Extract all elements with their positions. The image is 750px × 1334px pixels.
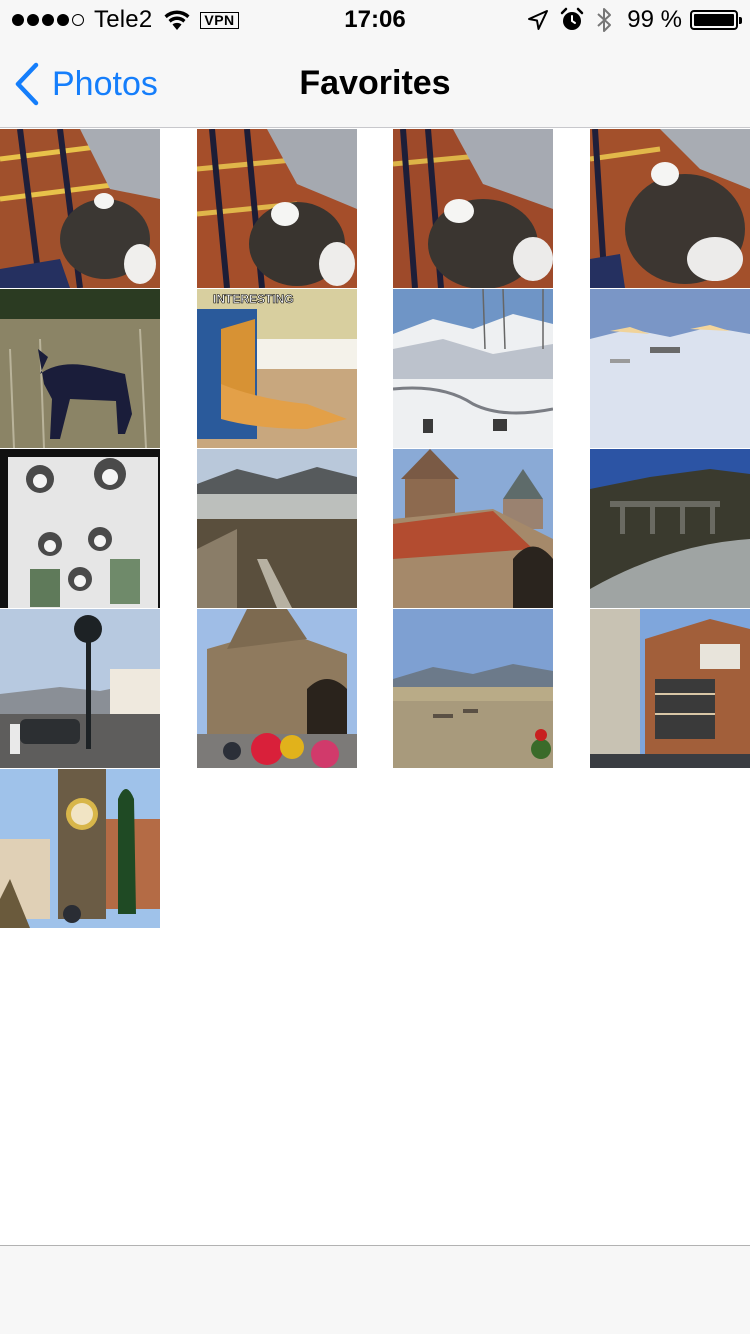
photo-thumbnail[interactable]	[590, 609, 750, 768]
photo-thumbnail[interactable]	[0, 769, 160, 928]
photo-thumbnail[interactable]	[393, 449, 553, 608]
bluetooth-icon	[597, 8, 612, 32]
photo-thumbnail[interactable]	[0, 129, 160, 288]
page-title: Favorites	[299, 64, 451, 102]
battery-icon	[690, 10, 742, 30]
photo-thumbnail[interactable]	[590, 289, 750, 448]
photo-thumbnail[interactable]	[590, 129, 750, 288]
photo-thumbnail[interactable]	[197, 609, 357, 768]
photo-caption: INTERESTING	[213, 292, 294, 306]
photo-thumbnail[interactable]	[0, 609, 160, 768]
photo-thumbnail[interactable]	[393, 609, 553, 768]
status-bar: Tele2 VPN 17:06 99 %	[0, 0, 750, 40]
photo-thumbnail[interactable]	[197, 129, 357, 288]
alarm-icon	[561, 7, 584, 30]
navigation-bar: Photos Favorites	[0, 40, 750, 128]
photo-thumbnail[interactable]	[393, 129, 553, 288]
status-bar-right: 99 %	[527, 6, 742, 34]
photo-thumbnail[interactable]	[0, 289, 160, 448]
location-icon	[528, 10, 549, 30]
bottom-toolbar	[0, 1245, 750, 1334]
battery-percent: 99 %	[627, 6, 682, 33]
photo-thumbnail[interactable]: INTERESTING	[197, 289, 357, 448]
photo-thumbnail[interactable]	[590, 449, 750, 608]
photo-thumbnail[interactable]	[393, 289, 553, 448]
photo-thumbnail[interactable]	[197, 449, 357, 608]
photo-thumbnail[interactable]	[0, 449, 160, 608]
